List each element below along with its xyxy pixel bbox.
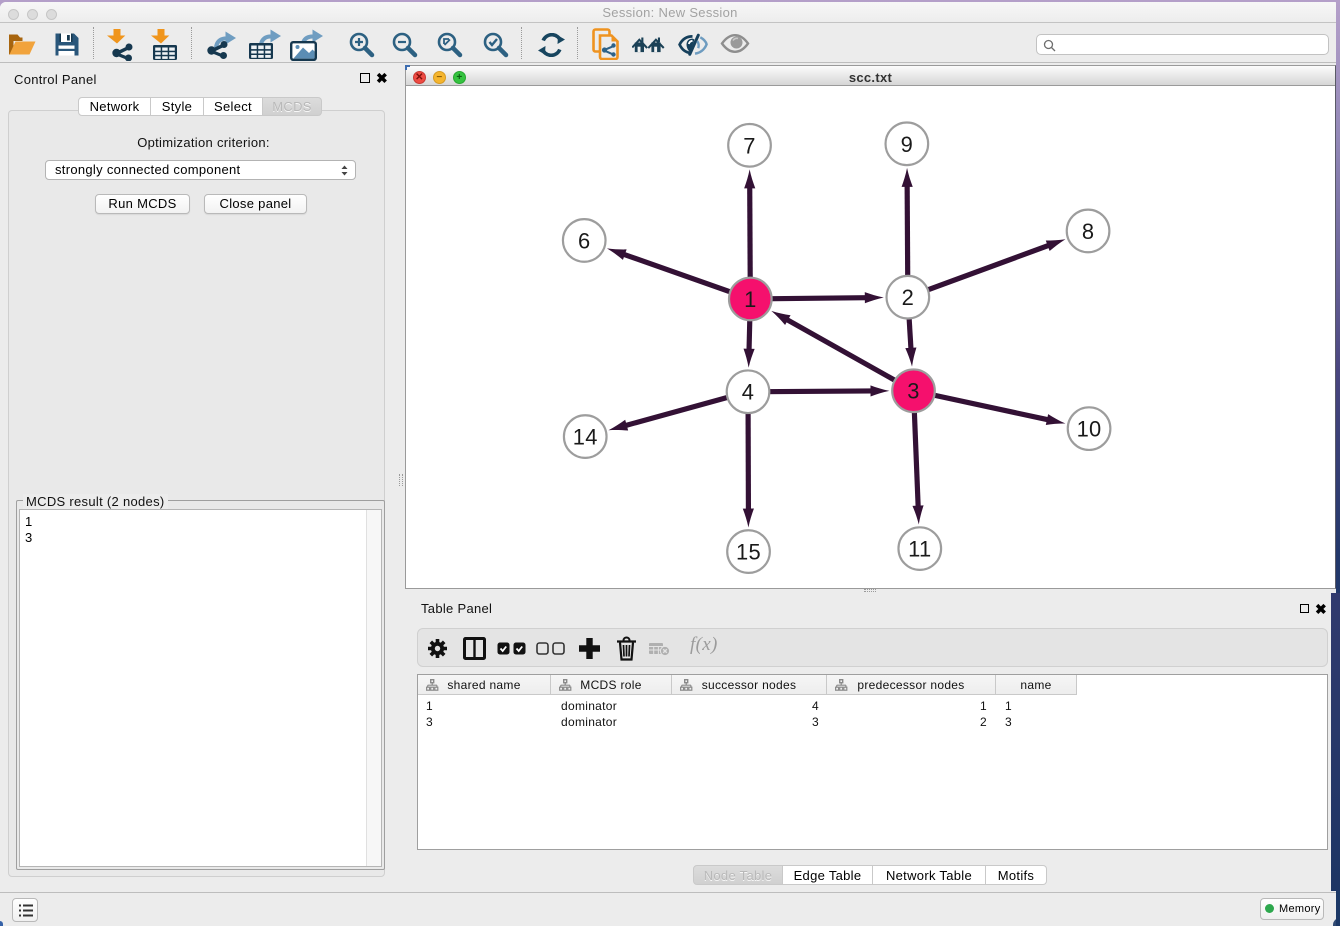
svg-text:11: 11 xyxy=(908,537,931,562)
svg-text:10: 10 xyxy=(1077,417,1102,442)
svg-text:3: 3 xyxy=(907,379,919,404)
svg-text:4: 4 xyxy=(742,380,754,405)
svg-text:9: 9 xyxy=(901,132,913,157)
svg-text:6: 6 xyxy=(578,228,590,253)
svg-text:15: 15 xyxy=(736,540,761,565)
svg-text:1: 1 xyxy=(744,287,756,312)
svg-text:7: 7 xyxy=(743,133,755,158)
svg-text:2: 2 xyxy=(902,285,914,310)
svg-text:8: 8 xyxy=(1082,219,1094,244)
svg-text:14: 14 xyxy=(573,425,598,450)
